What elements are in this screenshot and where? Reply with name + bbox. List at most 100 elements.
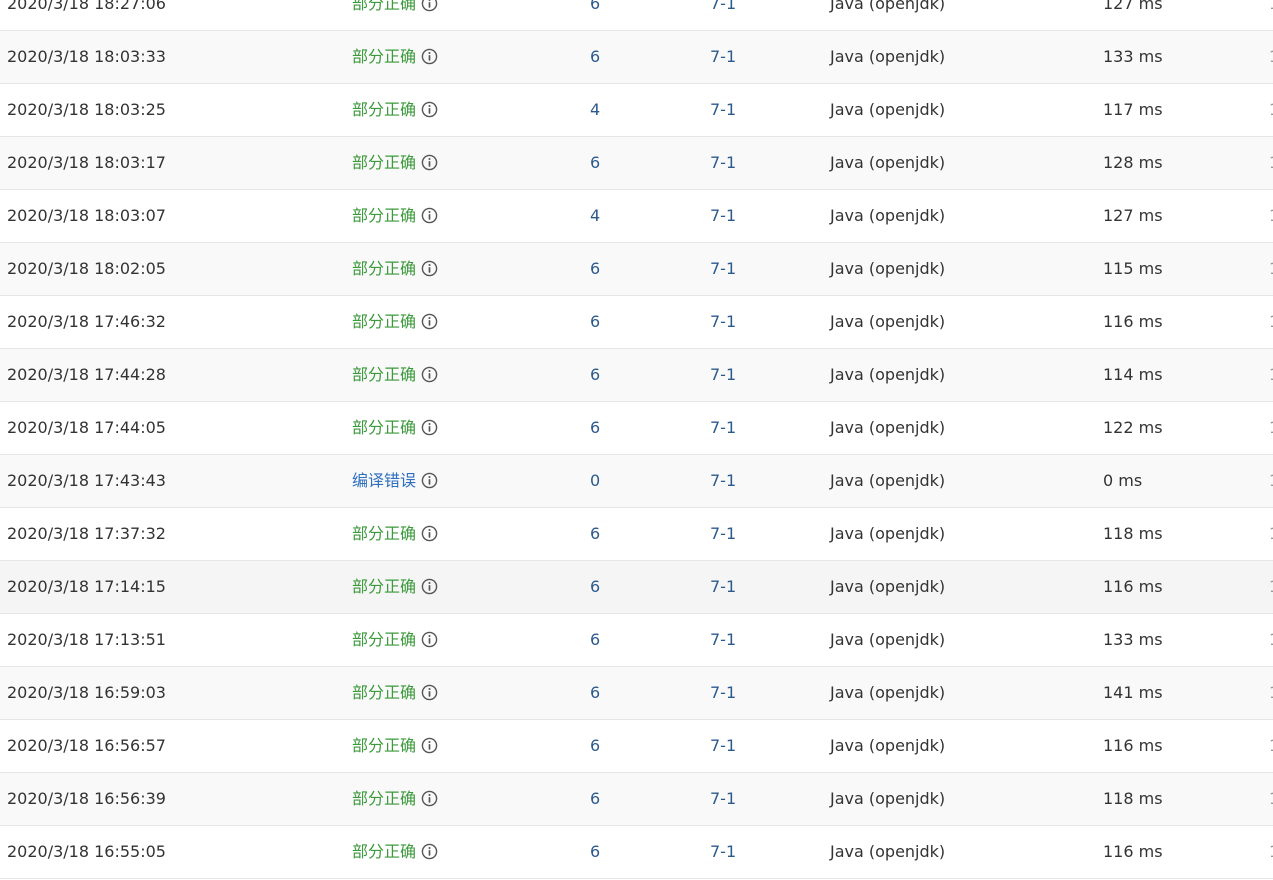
language: Java (openjdk) xyxy=(830,471,946,490)
problem-link[interactable]: 7-1 xyxy=(710,455,736,507)
score-link[interactable]: 6 xyxy=(590,31,600,83)
info-circle-icon[interactable] xyxy=(421,578,438,595)
info-circle-icon[interactable] xyxy=(421,313,438,330)
problem-link[interactable]: 7-1 xyxy=(710,561,736,613)
info-circle-icon[interactable] xyxy=(421,525,438,542)
info-circle-icon[interactable] xyxy=(421,631,438,648)
info-circle-icon[interactable] xyxy=(421,260,438,277)
info-circle-icon[interactable] xyxy=(421,0,438,12)
time-used: 118 ms xyxy=(1103,789,1163,808)
info-circle-icon[interactable] xyxy=(421,207,438,224)
problem-link[interactable]: 7-1 xyxy=(710,243,736,295)
status-link[interactable]: 部分正确 xyxy=(352,418,416,437)
problem-link[interactable]: 7-1 xyxy=(710,402,736,454)
score-link[interactable]: 6 xyxy=(590,0,600,30)
info-circle-icon[interactable] xyxy=(421,790,438,807)
truncated-column: 1 xyxy=(1269,296,1273,348)
problem-link[interactable]: 7-1 xyxy=(710,137,736,189)
table-row: 2020/3/18 17:14:15 部分正确 6 7-1 Java (open… xyxy=(0,561,1273,614)
score-link[interactable]: 6 xyxy=(590,773,600,825)
problem-link[interactable]: 7-1 xyxy=(710,773,736,825)
score-link[interactable]: 6 xyxy=(590,826,600,878)
info-circle-icon[interactable] xyxy=(421,366,438,383)
submitted-time: 2020/3/18 16:55:05 xyxy=(7,842,166,861)
submitted-time: 2020/3/18 17:44:28 xyxy=(7,365,166,384)
problem-link[interactable]: 7-1 xyxy=(710,826,736,878)
info-circle-icon[interactable] xyxy=(421,419,438,436)
language: Java (openjdk) xyxy=(830,259,946,278)
score-link[interactable]: 6 xyxy=(590,402,600,454)
status-cell: 部分正确 xyxy=(352,561,438,613)
score-link[interactable]: 6 xyxy=(590,614,600,666)
status-link[interactable]: 部分正确 xyxy=(352,0,416,13)
score-link[interactable]: 4 xyxy=(590,84,600,136)
problem-link[interactable]: 7-1 xyxy=(710,720,736,772)
table-row: 2020/3/18 18:27:06 部分正确 6 7-1 Java (open… xyxy=(0,0,1273,31)
problem-link[interactable]: 7-1 xyxy=(710,84,736,136)
score-link[interactable]: 6 xyxy=(590,508,600,560)
problem-link[interactable]: 7-1 xyxy=(710,190,736,242)
problem-link[interactable]: 7-1 xyxy=(710,614,736,666)
status-link[interactable]: 部分正确 xyxy=(352,524,416,543)
info-circle-icon[interactable] xyxy=(421,101,438,118)
submitted-time: 2020/3/18 18:03:33 xyxy=(7,47,166,66)
problem-link[interactable]: 7-1 xyxy=(710,296,736,348)
language: Java (openjdk) xyxy=(830,312,946,331)
problem-link[interactable]: 7-1 xyxy=(710,667,736,719)
status-link[interactable]: 部分正确 xyxy=(352,789,416,808)
submitted-time: 2020/3/18 16:56:39 xyxy=(7,789,166,808)
status-link[interactable]: 部分正确 xyxy=(352,683,416,702)
score-link[interactable]: 6 xyxy=(590,561,600,613)
score-link[interactable]: 4 xyxy=(590,190,600,242)
status-cell: 部分正确 xyxy=(352,773,438,825)
status-cell: 部分正确 xyxy=(352,667,438,719)
problem-link[interactable]: 7-1 xyxy=(710,0,736,30)
table-row: 2020/3/18 16:56:57 部分正确 6 7-1 Java (open… xyxy=(0,720,1273,773)
truncated-column: 1 xyxy=(1269,561,1273,613)
time-used: 118 ms xyxy=(1103,524,1163,543)
status-link[interactable]: 部分正确 xyxy=(352,259,416,278)
truncated-column: 1 xyxy=(1269,455,1273,507)
status-link[interactable]: 部分正确 xyxy=(352,153,416,172)
status-link[interactable]: 编译错误 xyxy=(352,471,416,490)
status-cell: 部分正确 xyxy=(352,402,438,454)
time-used: 133 ms xyxy=(1103,47,1163,66)
info-circle-icon[interactable] xyxy=(421,843,438,860)
score-link[interactable]: 6 xyxy=(590,720,600,772)
status-link[interactable]: 部分正确 xyxy=(352,577,416,596)
info-circle-icon[interactable] xyxy=(421,472,438,489)
truncated-column: 1 xyxy=(1269,0,1273,30)
language: Java (openjdk) xyxy=(830,577,946,596)
status-link[interactable]: 部分正确 xyxy=(352,47,416,66)
info-circle-icon[interactable] xyxy=(421,684,438,701)
score-link[interactable]: 6 xyxy=(590,137,600,189)
score-link[interactable]: 6 xyxy=(590,667,600,719)
status-link[interactable]: 部分正确 xyxy=(352,842,416,861)
truncated-column: 1 xyxy=(1269,826,1273,878)
language: Java (openjdk) xyxy=(830,365,946,384)
info-circle-icon[interactable] xyxy=(421,154,438,171)
status-link[interactable]: 部分正确 xyxy=(352,630,416,649)
info-circle-icon[interactable] xyxy=(421,737,438,754)
status-link[interactable]: 部分正确 xyxy=(352,736,416,755)
status-cell: 部分正确 xyxy=(352,296,438,348)
table-row: 2020/3/18 16:56:39 部分正确 6 7-1 Java (open… xyxy=(0,773,1273,826)
status-link[interactable]: 部分正确 xyxy=(352,100,416,119)
score-link[interactable]: 6 xyxy=(590,349,600,401)
truncated-column: 1 xyxy=(1269,190,1273,242)
submitted-time: 2020/3/18 18:03:07 xyxy=(7,206,166,225)
status-cell: 部分正确 xyxy=(352,508,438,560)
status-cell: 部分正确 xyxy=(352,720,438,772)
problem-link[interactable]: 7-1 xyxy=(710,508,736,560)
status-link[interactable]: 部分正确 xyxy=(352,312,416,331)
language: Java (openjdk) xyxy=(830,683,946,702)
info-circle-icon[interactable] xyxy=(421,48,438,65)
problem-link[interactable]: 7-1 xyxy=(710,31,736,83)
table-row: 2020/3/18 16:55:05 部分正确 6 7-1 Java (open… xyxy=(0,826,1273,879)
score-link[interactable]: 6 xyxy=(590,296,600,348)
score-link[interactable]: 0 xyxy=(590,455,600,507)
problem-link[interactable]: 7-1 xyxy=(710,349,736,401)
status-link[interactable]: 部分正确 xyxy=(352,365,416,384)
score-link[interactable]: 6 xyxy=(590,243,600,295)
status-link[interactable]: 部分正确 xyxy=(352,206,416,225)
